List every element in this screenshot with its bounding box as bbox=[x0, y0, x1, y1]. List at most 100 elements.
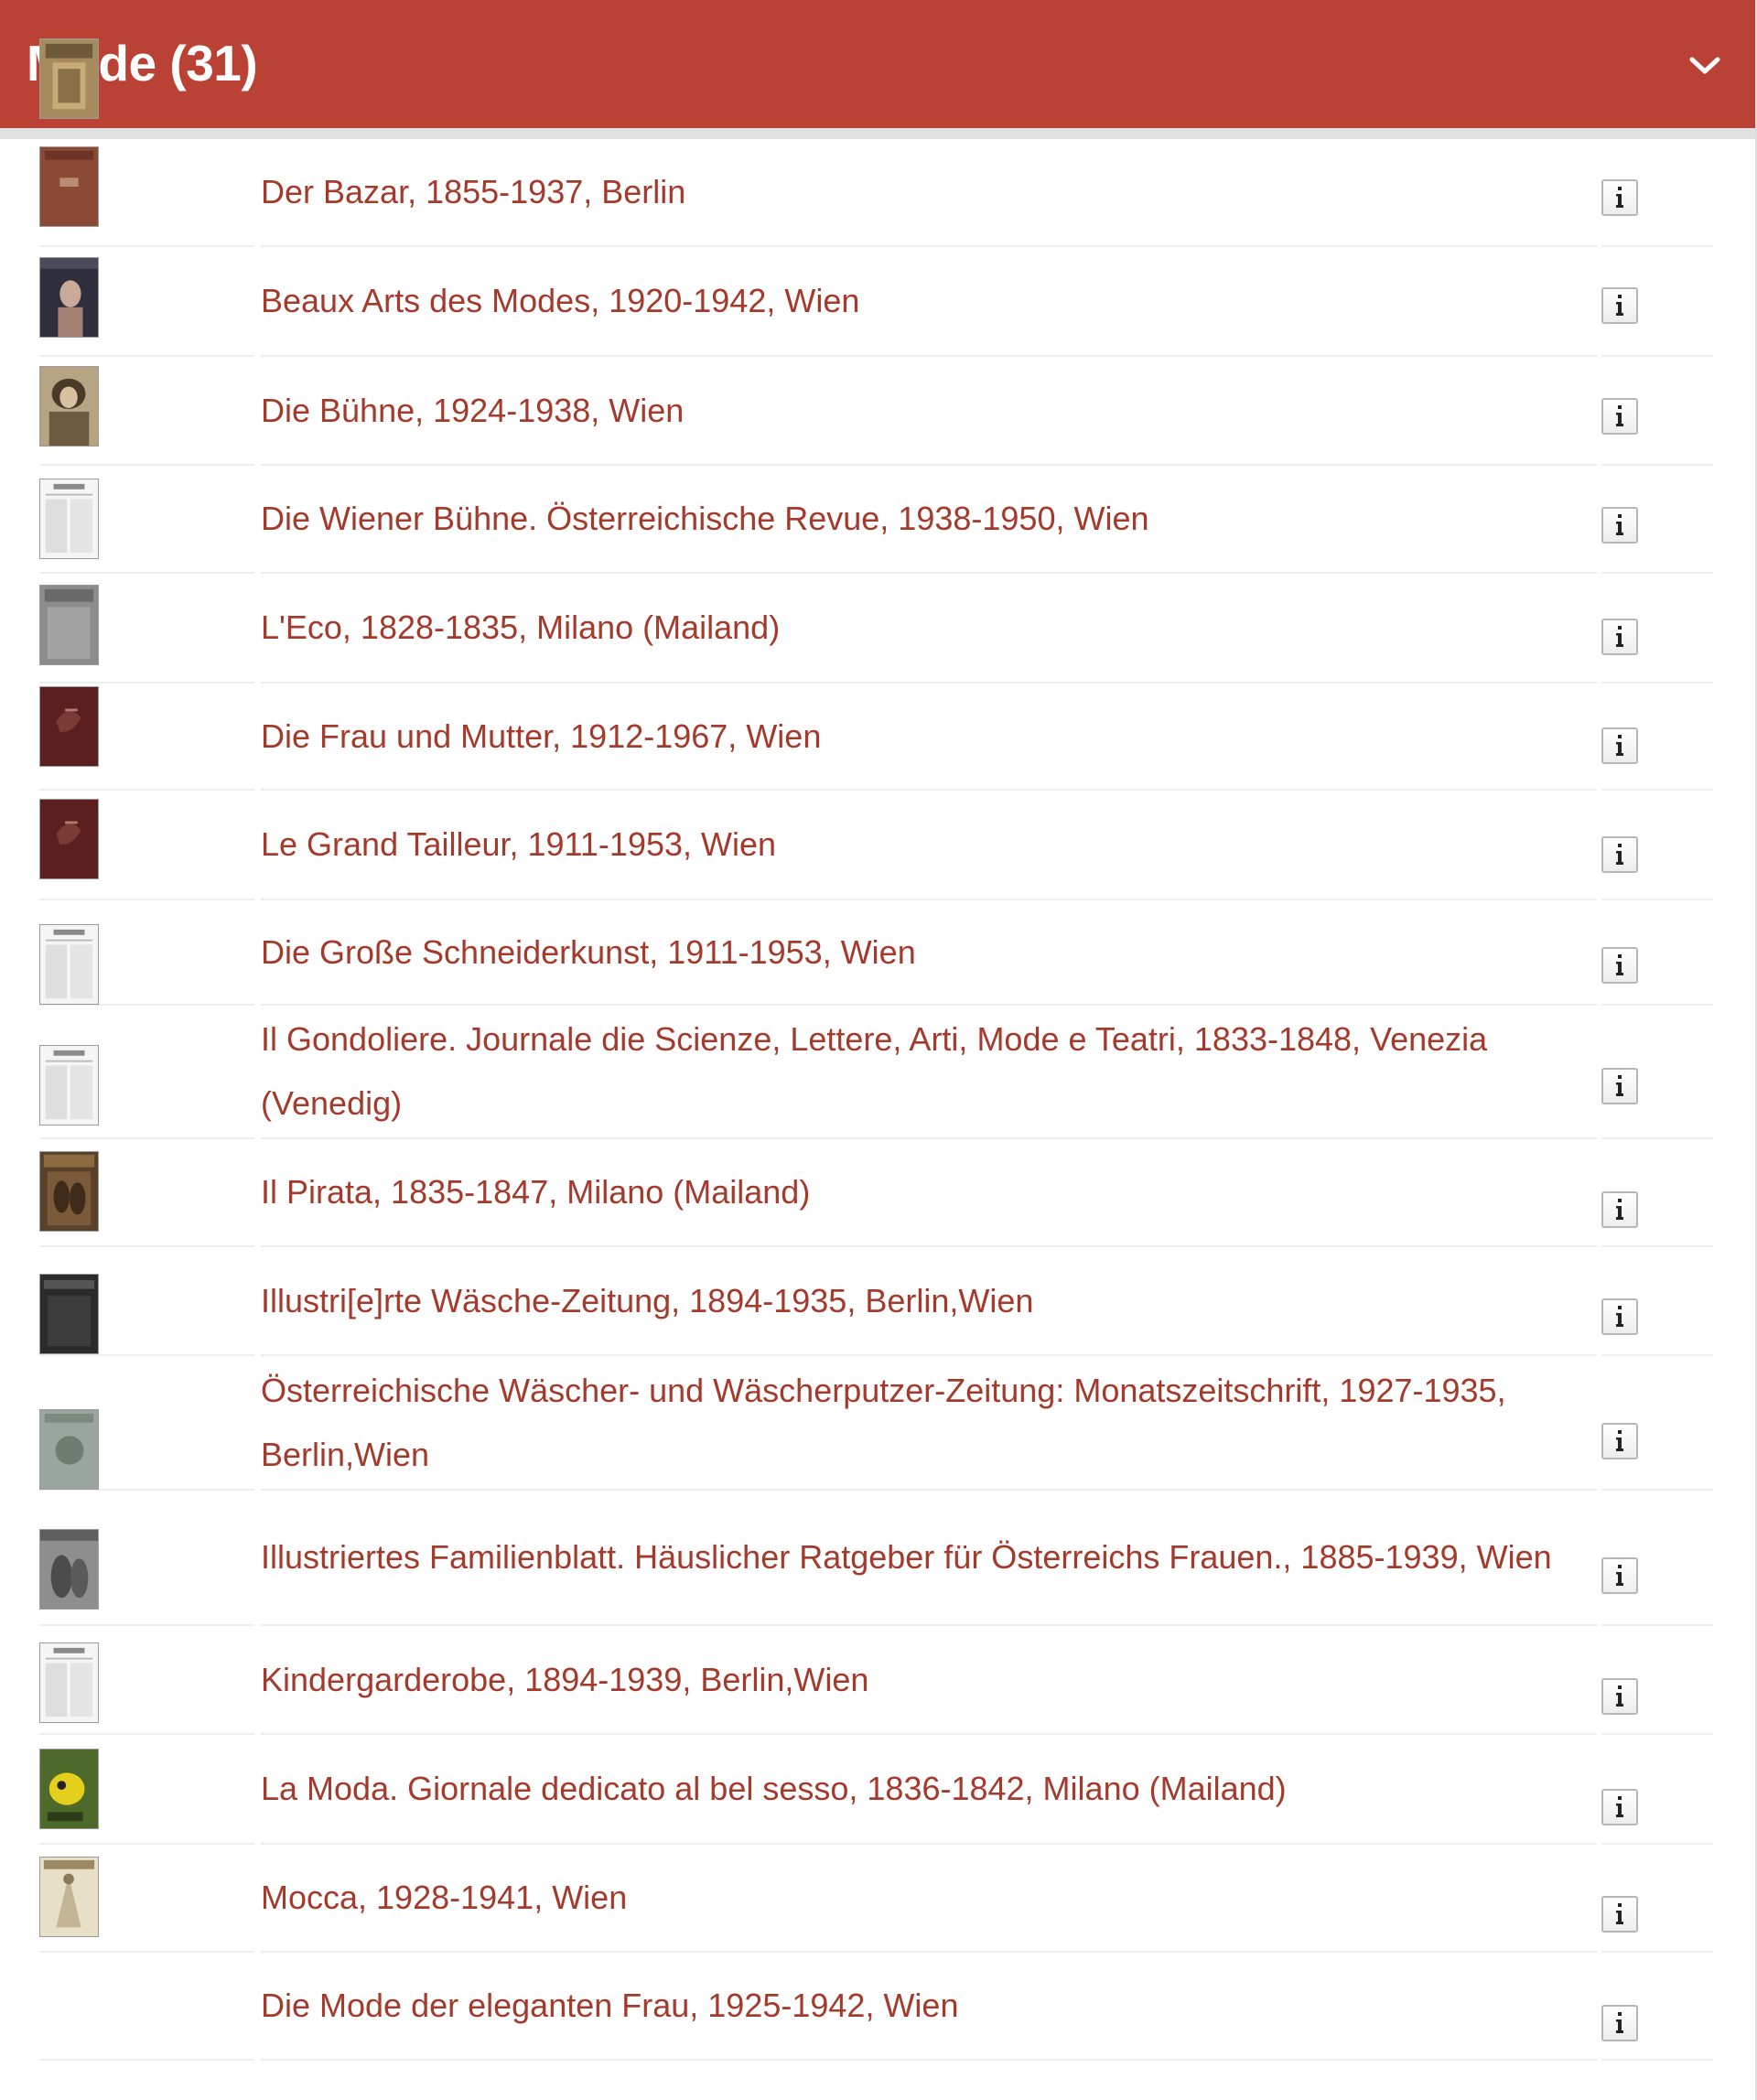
chevron-down-icon[interactable] bbox=[1689, 57, 1720, 75]
title-cell: Die Frau und Mutter, 1912-1967, Wien bbox=[261, 684, 1597, 791]
info-button[interactable] bbox=[1601, 1068, 1638, 1104]
publication-title-link[interactable]: Die Bühne, 1924-1938, Wien bbox=[261, 357, 1579, 464]
publication-title-link[interactable]: Illustriertes Familienblatt. Häuslicher … bbox=[261, 1491, 1579, 1624]
info-icon bbox=[1616, 295, 1623, 316]
info-icon bbox=[1616, 1685, 1623, 1707]
list-item: Österreichische Wäscher- und Wäscherputz… bbox=[0, 1274, 1755, 1491]
publication-title-link[interactable]: L'Eco, 1828-1835, Milano (Mailand) bbox=[261, 574, 1579, 682]
info-button[interactable] bbox=[1601, 179, 1638, 216]
info-cell bbox=[1601, 900, 1713, 1006]
info-button[interactable] bbox=[1601, 727, 1638, 764]
info-icon bbox=[1616, 1199, 1623, 1220]
cover-thumbnail[interactable] bbox=[39, 1857, 99, 1937]
title-cell: Österreichische Wäscher- und Wäscherputz… bbox=[261, 1356, 1597, 1491]
title-cell: Die Bühne, 1924-1938, Wien bbox=[261, 357, 1597, 466]
list-item: Die Große Schneiderkunst, 1911-1953, Wie… bbox=[0, 799, 1755, 1006]
publication-title-link[interactable]: Mocca, 1928-1941, Wien bbox=[261, 1845, 1579, 1951]
info-button[interactable] bbox=[1601, 619, 1638, 655]
info-button[interactable] bbox=[1601, 1678, 1638, 1715]
info-icon bbox=[1616, 2012, 1623, 2033]
cover-thumbnail[interactable] bbox=[39, 1045, 99, 1125]
cover-thumbnail[interactable] bbox=[39, 257, 99, 338]
publication-title-link[interactable]: Die Wiener Bühne. Österreichische Revue,… bbox=[261, 466, 1579, 572]
info-icon bbox=[1616, 1306, 1623, 1327]
info-button[interactable] bbox=[1601, 1789, 1638, 1825]
cover-thumbnail[interactable] bbox=[39, 1409, 99, 1490]
info-icon bbox=[1616, 187, 1623, 208]
title-cell: Der Bazar, 1855-1937, Berlin bbox=[261, 139, 1597, 247]
list-item: Il Pirata, 1835-1847, Milano (Mailand) bbox=[0, 1045, 1755, 1247]
cover-thumbnail[interactable] bbox=[39, 924, 99, 1005]
cover-thumbnail[interactable] bbox=[39, 38, 99, 119]
info-button[interactable] bbox=[1601, 507, 1638, 544]
info-cell bbox=[1601, 247, 1713, 357]
info-icon bbox=[1616, 1565, 1623, 1586]
publication-title-link[interactable]: Il Gondoliere. Journale die Scienze, Let… bbox=[261, 1006, 1579, 1137]
list-item: Il Gondoliere. Journale die Scienze, Let… bbox=[0, 924, 1755, 1139]
info-cell bbox=[1601, 1139, 1713, 1247]
thumbnail-cell bbox=[39, 1857, 254, 2061]
publication-title-link[interactable]: Kindergarderobe, 1894-1939, Berlin,Wien bbox=[261, 1626, 1579, 1733]
title-cell: La Moda. Giornale dedicato al bel sesso,… bbox=[261, 1735, 1597, 1845]
info-button[interactable] bbox=[1601, 1557, 1638, 1594]
cover-thumbnail[interactable] bbox=[39, 1749, 99, 1829]
cover-thumbnail[interactable] bbox=[39, 146, 99, 227]
info-button[interactable] bbox=[1601, 2005, 1638, 2041]
publication-title-link[interactable]: Die Frau und Mutter, 1912-1967, Wien bbox=[261, 684, 1579, 789]
cover-thumbnail[interactable] bbox=[39, 1274, 99, 1354]
cover-thumbnail[interactable] bbox=[39, 366, 99, 447]
info-cell bbox=[1601, 357, 1713, 466]
publication-title-link[interactable]: La Moda. Giornale dedicato al bel sesso,… bbox=[261, 1735, 1579, 1843]
info-button[interactable] bbox=[1601, 398, 1638, 435]
title-cell: Illustriertes Familienblatt. Häuslicher … bbox=[261, 1491, 1597, 1626]
publication-title-link[interactable]: Le Grand Tailleur, 1911-1953, Wien bbox=[261, 791, 1579, 899]
list-item: Le Grand Tailleur, 1911-1953, Wien bbox=[0, 686, 1755, 900]
title-cell: L'Eco, 1828-1835, Milano (Mailand) bbox=[261, 574, 1597, 684]
info-button[interactable] bbox=[1601, 287, 1638, 324]
list-item: Die Wiener Bühne. Österreichische Revue,… bbox=[0, 366, 1755, 574]
panel-header[interactable]: Mode (31) bbox=[0, 0, 1755, 128]
info-icon bbox=[1616, 1903, 1623, 1924]
publication-title-link[interactable]: Il Pirata, 1835-1847, Milano (Mailand) bbox=[261, 1139, 1579, 1245]
list-item: Illustriertes Familienblatt. Häuslicher … bbox=[0, 1409, 1755, 1626]
cover-thumbnail[interactable] bbox=[39, 479, 99, 559]
list-item: Die Frau und Mutter, 1912-1967, Wien bbox=[0, 585, 1755, 791]
info-cell bbox=[1601, 466, 1713, 574]
info-button[interactable] bbox=[1601, 836, 1638, 873]
title-cell: Le Grand Tailleur, 1911-1953, Wien bbox=[261, 791, 1597, 900]
cover-thumbnail[interactable] bbox=[39, 799, 99, 879]
info-icon bbox=[1616, 405, 1623, 426]
title-cell: Il Gondoliere. Journale die Scienze, Let… bbox=[261, 1006, 1597, 1139]
info-cell bbox=[1601, 1735, 1713, 1845]
mode-panel: Mode (31) Der Bazar, 1855-1937, Berlin Be… bbox=[0, 0, 1757, 2100]
publication-title-link[interactable]: Beaux Arts des Modes, 1920-1942, Wien bbox=[261, 247, 1579, 355]
info-button[interactable] bbox=[1601, 1298, 1638, 1335]
info-button[interactable] bbox=[1601, 1896, 1638, 1933]
info-cell bbox=[1601, 791, 1713, 900]
cover-thumbnail[interactable] bbox=[39, 686, 99, 767]
publication-title-link[interactable]: Illustri[e]rte Wäsche-Zeitung, 1894-1935… bbox=[261, 1247, 1579, 1354]
info-cell bbox=[1601, 684, 1713, 791]
list-item: Mocca, 1928-1941, Wien bbox=[0, 1749, 1755, 1953]
info-button[interactable] bbox=[1601, 947, 1638, 984]
title-cell: Die Wiener Bühne. Österreichische Revue,… bbox=[261, 466, 1597, 574]
cover-thumbnail[interactable] bbox=[39, 1151, 99, 1232]
cover-thumbnail[interactable] bbox=[39, 1642, 99, 1723]
title-cell: Die Mode der eleganten Frau, 1925-1942, … bbox=[261, 1953, 1597, 2061]
publication-title-link[interactable]: Österreichische Wäscher- und Wäscherputz… bbox=[261, 1356, 1579, 1489]
publication-title-link[interactable]: Die Große Schneiderkunst, 1911-1953, Wie… bbox=[261, 900, 1579, 1004]
info-button[interactable] bbox=[1601, 1191, 1638, 1228]
cover-thumbnail[interactable] bbox=[39, 1529, 99, 1610]
info-icon bbox=[1616, 514, 1623, 535]
title-cell: Kindergarderobe, 1894-1939, Berlin,Wien bbox=[261, 1626, 1597, 1735]
publication-title-link[interactable]: Die Mode der eleganten Frau, 1925-1942, … bbox=[261, 1953, 1579, 2059]
publication-title-link[interactable]: Der Bazar, 1855-1937, Berlin bbox=[261, 139, 1579, 245]
cover-thumbnail[interactable] bbox=[39, 585, 99, 665]
title-cell: Beaux Arts des Modes, 1920-1942, Wien bbox=[261, 247, 1597, 357]
info-cell bbox=[1601, 139, 1713, 247]
info-cell bbox=[1601, 574, 1713, 684]
info-cell bbox=[1601, 1626, 1713, 1735]
info-button[interactable] bbox=[1601, 1423, 1638, 1459]
info-cell bbox=[1601, 1953, 1713, 2061]
info-icon bbox=[1616, 954, 1623, 975]
